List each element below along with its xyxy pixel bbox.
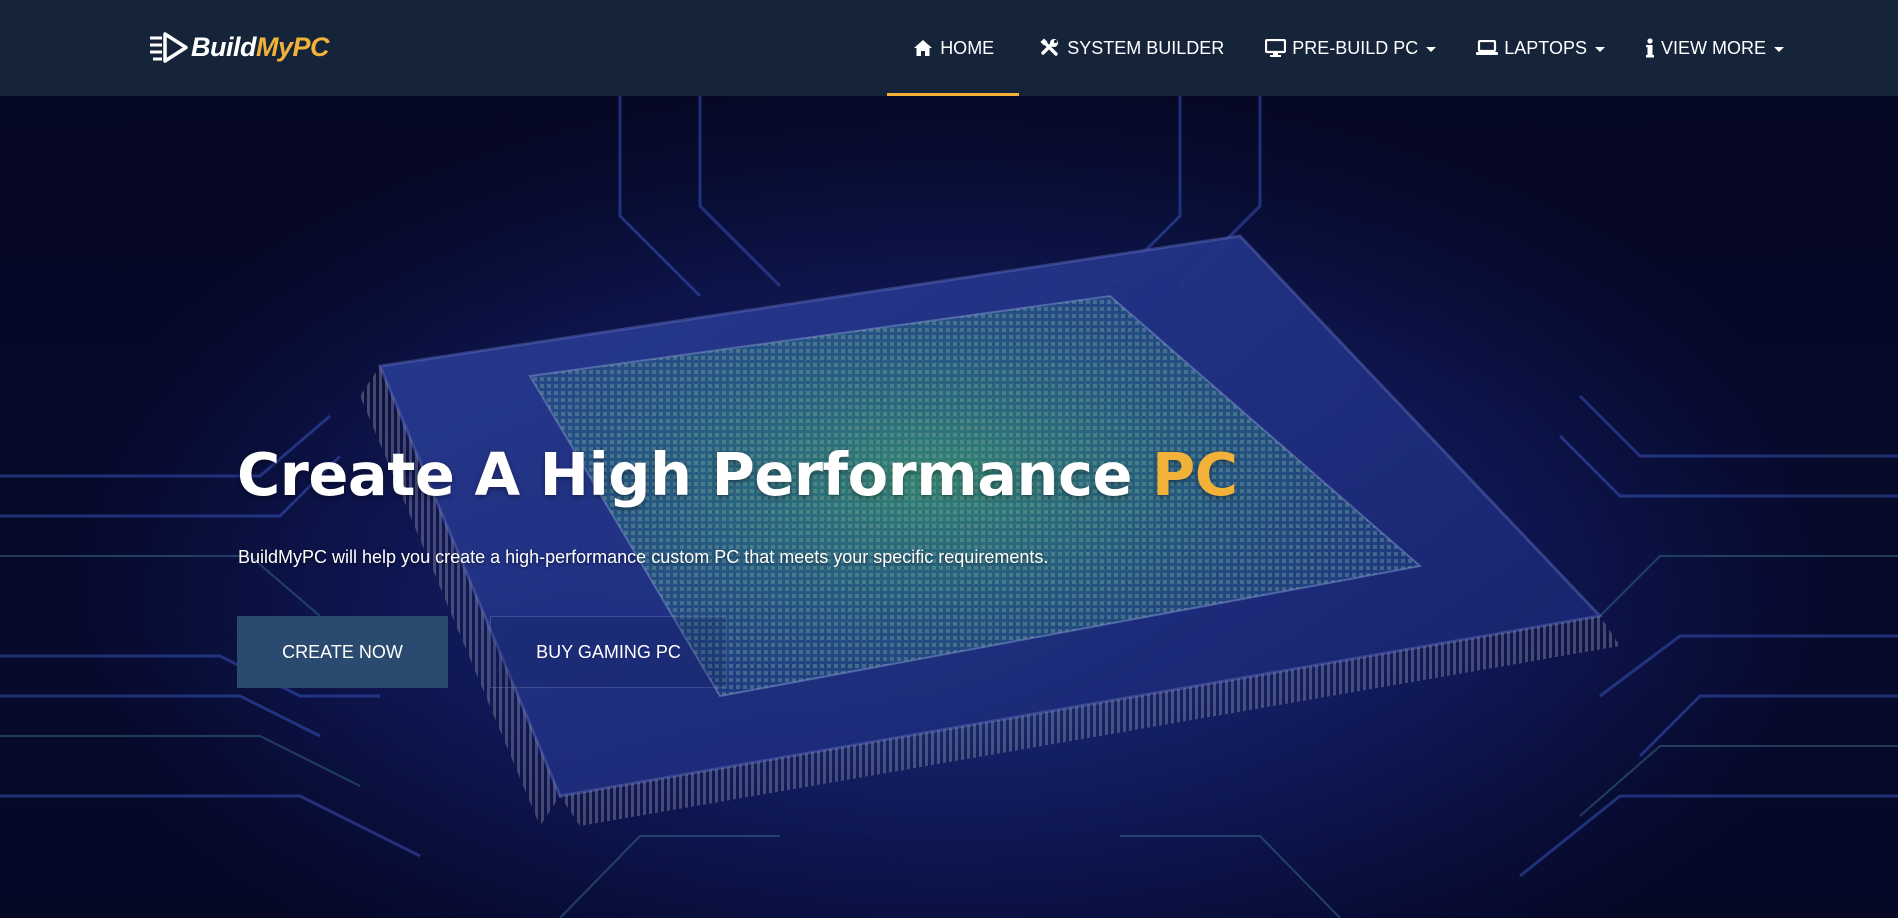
hero-subtitle: BuildMyPC will help you create a high-pe… xyxy=(238,547,1049,567)
laptop-icon xyxy=(1476,38,1499,58)
nav-system-builder-label: SYSTEM BUILDER xyxy=(1067,37,1225,58)
brand-name-part2: MyPC xyxy=(256,31,330,62)
nav-home[interactable]: HOME xyxy=(887,0,1020,96)
nav-pre-build-pc-label: PRE-BUILD PC xyxy=(1292,37,1419,58)
speed-play-icon xyxy=(150,32,188,63)
main-nav: HOME SYSTEM BUILDER PRE-BUILD PC LAPTOPS xyxy=(887,0,1804,96)
brand-name-part1: Build xyxy=(191,31,257,62)
hero-title-accent: PC xyxy=(1152,440,1238,509)
create-now-button[interactable]: CREATE NOW xyxy=(237,616,448,688)
buy-gaming-pc-button[interactable]: BUY GAMING PC xyxy=(490,616,727,688)
hero-title: Create A High Performance PC xyxy=(237,440,1238,509)
tools-icon xyxy=(1039,38,1061,58)
nav-laptops[interactable]: LAPTOPS xyxy=(1456,0,1625,96)
nav-view-more-label: VIEW MORE xyxy=(1660,37,1766,58)
brand-name: BuildMyPC xyxy=(191,31,330,63)
chevron-down-icon xyxy=(1594,46,1605,52)
brand-logo[interactable]: BuildMyPC xyxy=(148,27,330,67)
chevron-down-icon xyxy=(1426,46,1437,52)
nav-system-builder[interactable]: SYSTEM BUILDER xyxy=(1019,0,1244,96)
chevron-down-icon xyxy=(1774,46,1784,52)
monitor-icon xyxy=(1264,38,1286,58)
nav-home-label: HOME xyxy=(940,37,995,58)
nav-laptops-label: LAPTOPS xyxy=(1504,37,1587,58)
navbar: BuildMyPC HOME SYSTEM BUILDER PRE-BUILD … xyxy=(0,0,1898,96)
nav-pre-build-pc[interactable]: PRE-BUILD PC xyxy=(1244,0,1456,96)
info-icon xyxy=(1645,38,1655,58)
hero-title-main: Create A High Performance xyxy=(237,440,1153,509)
home-icon xyxy=(912,38,934,58)
nav-view-more[interactable]: VIEW MORE xyxy=(1625,0,1804,96)
hero-section: Create A High Performance PC BuildMyPC w… xyxy=(0,96,1898,918)
